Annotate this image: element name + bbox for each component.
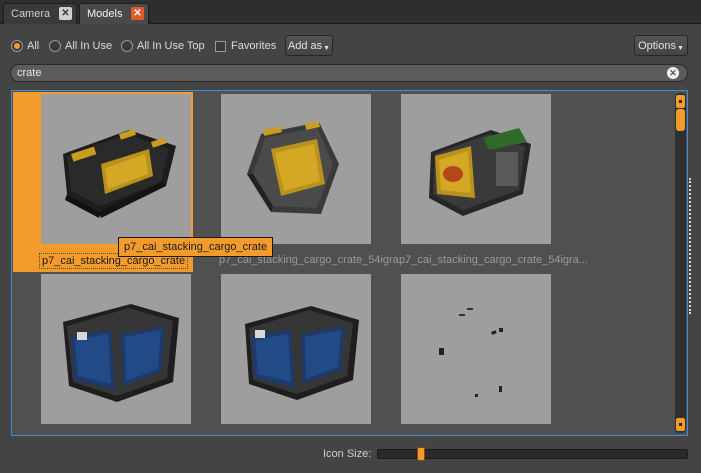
search-bar: ✕ xyxy=(10,64,688,82)
filter-bar: All All In Use All In Use Top Favorites … xyxy=(0,34,701,58)
icon-size-slider[interactable] xyxy=(377,447,688,461)
options-button[interactable]: Options ▼ xyxy=(634,35,688,56)
icon-size-label: Icon Size: xyxy=(323,448,372,460)
grid-item-caption: p7_cai_stacking_cargo_crate_54igra... xyxy=(399,254,588,266)
radio-off-icon xyxy=(49,40,61,52)
scroll-thumb[interactable] xyxy=(676,109,685,131)
slider-handle[interactable] xyxy=(417,447,425,461)
radio-off-icon xyxy=(121,40,133,52)
close-icon[interactable]: ✕ xyxy=(131,7,144,20)
grid-item[interactable] xyxy=(193,272,373,435)
tab-models-label: Models xyxy=(87,8,123,20)
radio-all-in-use-top[interactable]: All In Use Top xyxy=(121,39,205,53)
radio-on-icon xyxy=(11,40,23,52)
scroll-up-icon[interactable] xyxy=(676,95,685,108)
favorites-label: Favorites xyxy=(231,40,277,52)
add-as-label: Add as xyxy=(287,39,323,52)
model-thumbnail xyxy=(41,94,191,244)
dropdown-caret-icon: ▼ xyxy=(676,45,684,52)
radio-all-in-use-label: All In Use xyxy=(65,40,113,52)
grid-item[interactable] xyxy=(373,272,553,435)
radio-all-label: All xyxy=(27,40,40,52)
scroll-down-icon[interactable] xyxy=(676,418,685,431)
grid-item[interactable]: p7_cai_stacking_cargo_crate_54igra... xyxy=(373,92,588,272)
model-thumbnail xyxy=(401,94,551,244)
search-input[interactable] xyxy=(17,67,657,79)
radio-all[interactable]: All xyxy=(11,39,39,53)
tab-bar: Camera ✕ Models ✕ xyxy=(0,0,701,24)
options-label: Options xyxy=(638,39,676,52)
radio-all-in-use-top-label: All In Use Top xyxy=(137,40,205,52)
resize-grip[interactable] xyxy=(689,178,691,314)
dropdown-caret-icon: ▼ xyxy=(323,45,331,52)
radio-all-in-use[interactable]: All In Use xyxy=(49,39,112,53)
grid-item[interactable] xyxy=(13,272,193,435)
tab-camera-label: Camera xyxy=(11,8,51,20)
favorites-checkbox[interactable]: Favorites xyxy=(215,39,276,53)
model-thumbnail xyxy=(221,274,371,424)
tab-models[interactable]: Models ✕ xyxy=(79,3,149,24)
close-icon[interactable]: ✕ xyxy=(59,7,72,20)
add-as-button[interactable]: Add as ▼ xyxy=(285,35,333,56)
model-thumbnail xyxy=(41,274,191,424)
model-grid-panel: p7_cai_stacking_cargo_crate p7_cai_stack… xyxy=(11,90,688,436)
model-thumbnail xyxy=(401,274,551,424)
tab-camera[interactable]: Camera ✕ xyxy=(3,3,77,24)
vertical-scrollbar[interactable] xyxy=(675,93,686,433)
checkbox-icon xyxy=(215,40,226,52)
model-thumbnail xyxy=(221,94,371,244)
tooltip: p7_cai_stacking_cargo_crate xyxy=(118,237,274,257)
clear-icon[interactable]: ✕ xyxy=(667,67,679,79)
